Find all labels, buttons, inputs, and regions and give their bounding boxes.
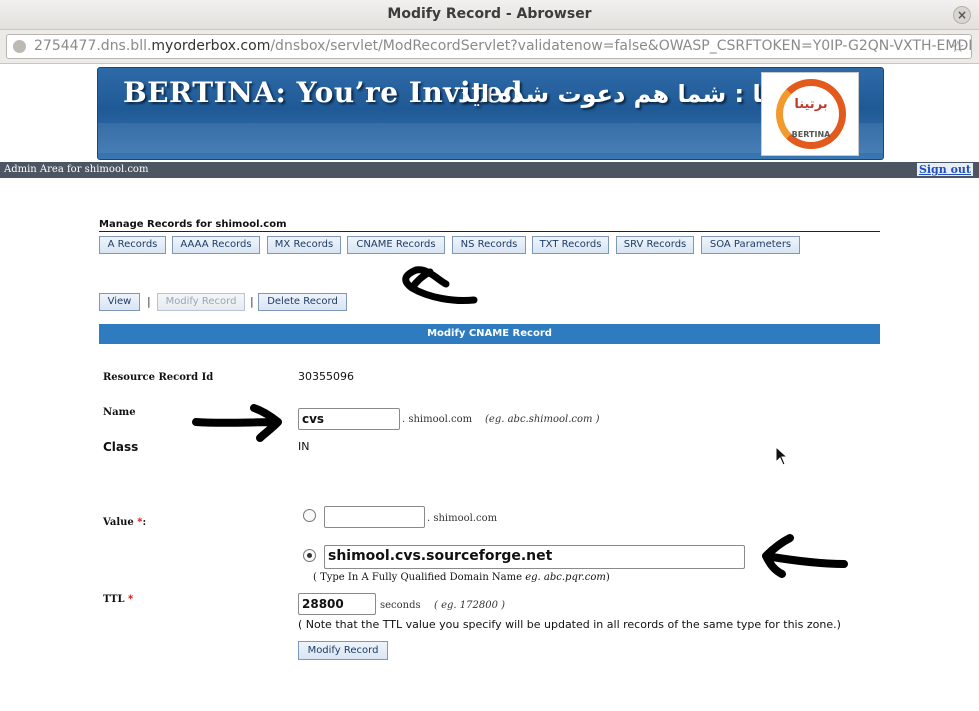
value-host-suffix: . shimool.com bbox=[427, 513, 498, 524]
admin-bar: Admin Area for shimool.com Sign out bbox=[0, 162, 979, 178]
navigation-bar: 2754477.dns.bll.myorderbox.com/dnsbox/se… bbox=[0, 30, 979, 64]
required-mark: * bbox=[128, 594, 134, 605]
value-option-host-radio[interactable] bbox=[303, 509, 316, 522]
value-label: Value *: bbox=[103, 517, 146, 528]
bertina-logo: برتینا BERTINA bbox=[761, 72, 859, 156]
logo-brand: BERTINA bbox=[791, 130, 831, 139]
record-id-label: Resource Record Id bbox=[103, 372, 214, 383]
value-host-input[interactable] bbox=[324, 506, 425, 528]
tab-ns-records[interactable]: NS Records bbox=[452, 236, 526, 254]
separator: | bbox=[250, 295, 254, 308]
divider bbox=[99, 231, 880, 232]
class-value: IN bbox=[298, 440, 310, 453]
annotation-arrow-left-icon bbox=[762, 534, 848, 578]
value-label-text: Value bbox=[103, 517, 134, 528]
manage-records-title: Manage Records for shimool.com bbox=[99, 219, 287, 230]
record-id-value: 30355096 bbox=[298, 370, 354, 383]
tab-aaaa-records[interactable]: AAAA Records bbox=[172, 236, 260, 254]
globe-icon bbox=[13, 40, 26, 53]
logo-mark: برتینا bbox=[794, 97, 828, 112]
sign-out-link[interactable]: Sign out bbox=[916, 163, 973, 176]
name-suffix: . shimool.com bbox=[402, 414, 473, 425]
annotation-arrow-up-icon bbox=[402, 266, 478, 304]
tab-a-records[interactable]: A Records bbox=[99, 236, 166, 254]
ad-banner[interactable]: BERTINA: You’re Invited برتینا : شما هم … bbox=[97, 67, 884, 160]
address-bar[interactable]: 2754477.dns.bll.myorderbox.com/dnsbox/se… bbox=[6, 34, 972, 59]
section-title: Modify CNAME Record bbox=[99, 324, 880, 344]
ttl-input[interactable]: 28800 bbox=[298, 593, 376, 615]
value-option-fqdn-radio[interactable] bbox=[303, 549, 316, 562]
view-button[interactable]: View bbox=[99, 293, 140, 311]
tab-mx-records[interactable]: MX Records bbox=[267, 236, 341, 254]
modify-record-submit-button[interactable]: Modify Record bbox=[298, 641, 388, 660]
url-text[interactable]: 2754477.dns.bll.myorderbox.com/dnsbox/se… bbox=[34, 38, 972, 54]
fqdn-hint: ( Type In A Fully Qualified Domain Name … bbox=[313, 572, 610, 583]
window-titlebar: Modify Record - Abrowser × bbox=[0, 0, 979, 30]
ttl-unit: seconds bbox=[380, 600, 421, 611]
value-label-colon: : bbox=[142, 517, 147, 528]
name-label: Name bbox=[103, 407, 136, 418]
tab-cname-records[interactable]: CNAME Records bbox=[347, 236, 445, 254]
admin-area-label: Admin Area for shimool.com bbox=[4, 164, 149, 175]
ttl-label: TTL * bbox=[103, 594, 133, 605]
url-path: /dnsbox/servlet/ModRecordServlet?validat… bbox=[270, 38, 972, 54]
name-example: (eg. abc.shimool.com ) bbox=[485, 414, 600, 425]
close-window-button[interactable]: × bbox=[953, 6, 971, 24]
tab-srv-records[interactable]: SRV Records bbox=[616, 236, 694, 254]
bookmark-star-icon[interactable]: ☆ bbox=[951, 37, 965, 56]
tab-txt-records[interactable]: TXT Records bbox=[532, 236, 609, 254]
name-input[interactable]: cvs bbox=[298, 408, 400, 430]
mouse-cursor-icon bbox=[775, 446, 789, 466]
fqdn-hint-close: ) bbox=[605, 572, 610, 583]
separator: | bbox=[147, 295, 151, 308]
delete-record-button[interactable]: Delete Record bbox=[258, 293, 347, 311]
annotation-arrow-right-icon bbox=[192, 404, 282, 442]
ttl-label-text: TTL bbox=[103, 594, 125, 605]
tab-soa-parameters[interactable]: SOA Parameters bbox=[701, 236, 800, 254]
window-title: Modify Record - Abrowser bbox=[387, 6, 592, 22]
url-domain: myorderbox.com bbox=[151, 38, 271, 54]
fqdn-hint-text: ( Type In A Fully Qualified Domain Name bbox=[313, 572, 526, 583]
ttl-example: ( eg. 172800 ) bbox=[434, 600, 506, 611]
url-prefix: 2754477.dns.bll. bbox=[34, 38, 152, 54]
value-fqdn-input[interactable]: shimool.cvs.sourceforge.net bbox=[324, 545, 745, 569]
modify-record-tab-button[interactable]: Modify Record bbox=[157, 293, 245, 311]
ttl-note: ( Note that the TTL value you specify wi… bbox=[298, 618, 841, 631]
fqdn-hint-example: eg. abc.pqr.com bbox=[525, 572, 606, 583]
class-label: Class bbox=[103, 440, 139, 454]
